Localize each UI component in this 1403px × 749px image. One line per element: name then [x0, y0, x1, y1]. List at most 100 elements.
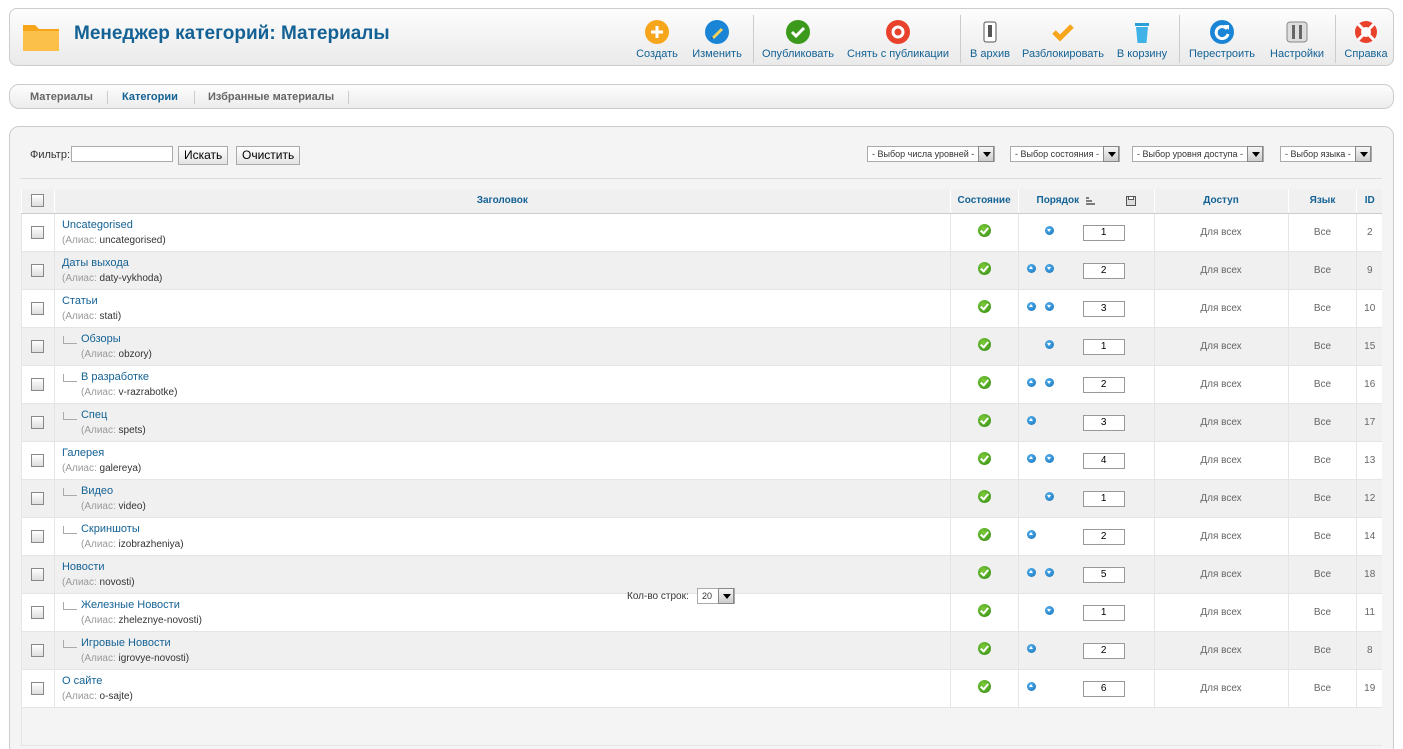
- unpublish-button[interactable]: Снять с публикации: [846, 15, 950, 63]
- order-input[interactable]: 1: [1082, 224, 1125, 241]
- clear-button[interactable]: Очистить: [236, 146, 301, 165]
- row-checkbox[interactable]: [31, 605, 45, 619]
- order-up-icon[interactable]: [1026, 263, 1036, 273]
- levels-select[interactable]: - Выбор числа уровней -: [867, 146, 996, 162]
- order-down-icon[interactable]: [1044, 567, 1054, 577]
- category-link[interactable]: Обзоры: [81, 333, 152, 345]
- published-icon[interactable]: [977, 566, 991, 579]
- order-up-icon[interactable]: [1026, 377, 1036, 387]
- language-cell: Все: [1287, 631, 1357, 670]
- order-input[interactable]: 1: [1082, 490, 1125, 507]
- published-icon[interactable]: [977, 490, 991, 503]
- published-icon[interactable]: [977, 604, 991, 617]
- order-down-icon[interactable]: [1044, 301, 1054, 311]
- category-link[interactable]: Железные Новости: [81, 599, 202, 611]
- category-link[interactable]: Новости: [62, 561, 135, 573]
- published-icon[interactable]: [977, 224, 991, 237]
- row-checkbox[interactable]: [31, 339, 45, 353]
- submenu-articles[interactable]: Материалы: [30, 91, 93, 103]
- order-down-icon[interactable]: [1044, 377, 1054, 387]
- header-language[interactable]: Язык: [1287, 189, 1357, 214]
- order-up-icon[interactable]: [1026, 415, 1036, 425]
- archive-button[interactable]: В архив: [969, 15, 1011, 63]
- rows-per-page-select[interactable]: 20: [697, 588, 736, 604]
- category-link[interactable]: В разработке: [81, 371, 177, 383]
- order-input[interactable]: 2: [1082, 528, 1125, 545]
- order-input[interactable]: 4: [1082, 452, 1125, 469]
- published-icon[interactable]: [977, 376, 991, 389]
- category-link[interactable]: Скриншоты: [81, 523, 184, 535]
- row-checkbox[interactable]: [31, 643, 45, 657]
- header-order-label[interactable]: Порядок: [1037, 195, 1080, 206]
- order-down-icon[interactable]: [1044, 605, 1054, 615]
- order-input[interactable]: 5: [1082, 566, 1125, 583]
- filter-input[interactable]: [71, 146, 173, 162]
- order-down-icon[interactable]: [1044, 491, 1054, 501]
- check-all-checkbox[interactable]: [31, 194, 45, 208]
- checkin-button[interactable]: Разблокировать: [1021, 15, 1105, 63]
- order-input[interactable]: 2: [1082, 376, 1125, 393]
- published-icon[interactable]: [977, 642, 991, 655]
- search-button[interactable]: Искать: [178, 146, 229, 165]
- order-input[interactable]: 3: [1082, 300, 1125, 317]
- language-select[interactable]: - Выбор языка -: [1280, 146, 1372, 162]
- published-icon[interactable]: [977, 528, 991, 541]
- order-down-icon[interactable]: [1044, 339, 1054, 349]
- submenu-featured[interactable]: Избранные материалы: [208, 91, 334, 103]
- row-checkbox[interactable]: [31, 453, 45, 467]
- rebuild-button[interactable]: Перестроить: [1187, 15, 1257, 63]
- category-link[interactable]: Uncategorised: [62, 219, 166, 231]
- order-up-icon[interactable]: [1026, 681, 1036, 691]
- row-checkbox[interactable]: [31, 263, 45, 277]
- order-input[interactable]: 3: [1082, 414, 1125, 431]
- category-link[interactable]: Спец: [81, 409, 146, 421]
- published-icon[interactable]: [977, 338, 991, 351]
- order-up-icon[interactable]: [1026, 453, 1036, 463]
- row-checkbox[interactable]: [31, 529, 45, 543]
- category-link[interactable]: Даты выхода: [62, 257, 162, 269]
- order-down-icon[interactable]: [1044, 225, 1054, 235]
- edit-button[interactable]: Изменить: [692, 15, 742, 63]
- order-input[interactable]: 6: [1082, 680, 1125, 697]
- order-down-icon[interactable]: [1044, 453, 1054, 463]
- header-state[interactable]: Состояние: [949, 189, 1019, 214]
- row-checkbox[interactable]: [31, 567, 45, 581]
- row-checkbox[interactable]: [31, 681, 45, 695]
- published-icon[interactable]: [977, 300, 991, 313]
- header-access[interactable]: Доступ: [1153, 189, 1288, 214]
- submenu-categories[interactable]: Категории: [122, 91, 178, 103]
- row-checkbox[interactable]: [31, 377, 45, 391]
- state-select[interactable]: - Выбор состояния -: [1010, 146, 1121, 162]
- row-checkbox[interactable]: [31, 301, 45, 315]
- access-select[interactable]: - Выбор уровня доступа -: [1132, 146, 1265, 162]
- help-button[interactable]: Справка: [1343, 15, 1389, 63]
- order-up-icon[interactable]: [1026, 567, 1036, 577]
- order-up-icon[interactable]: [1026, 301, 1036, 311]
- save-order-icon[interactable]: [1125, 195, 1136, 206]
- order-input[interactable]: 2: [1082, 642, 1125, 659]
- publish-button[interactable]: Опубликовать: [760, 15, 836, 63]
- category-link[interactable]: Статьи: [62, 295, 121, 307]
- header-title[interactable]: Заголовок: [53, 189, 951, 214]
- order-input[interactable]: 1: [1082, 338, 1125, 355]
- published-icon[interactable]: [977, 262, 991, 275]
- order-input[interactable]: 1: [1082, 604, 1125, 621]
- settings-button[interactable]: Настройки: [1268, 15, 1326, 63]
- row-checkbox[interactable]: [31, 491, 45, 505]
- order-up-icon[interactable]: [1026, 529, 1036, 539]
- order-up-icon[interactable]: [1026, 643, 1036, 653]
- row-checkbox[interactable]: [31, 415, 45, 429]
- published-icon[interactable]: [977, 452, 991, 465]
- category-link[interactable]: Видео: [81, 485, 146, 497]
- row-checkbox[interactable]: [31, 225, 45, 239]
- new-button[interactable]: Создать: [636, 15, 678, 63]
- header-id[interactable]: ID: [1356, 189, 1382, 214]
- published-icon[interactable]: [977, 414, 991, 427]
- category-link[interactable]: О сайте: [62, 675, 133, 687]
- trash-button[interactable]: В корзину: [1116, 15, 1168, 63]
- category-link[interactable]: Игровые Новости: [81, 637, 189, 649]
- published-icon[interactable]: [977, 680, 991, 693]
- order-down-icon[interactable]: [1044, 263, 1054, 273]
- order-input[interactable]: 2: [1082, 262, 1125, 279]
- category-link[interactable]: Галерея: [62, 447, 141, 459]
